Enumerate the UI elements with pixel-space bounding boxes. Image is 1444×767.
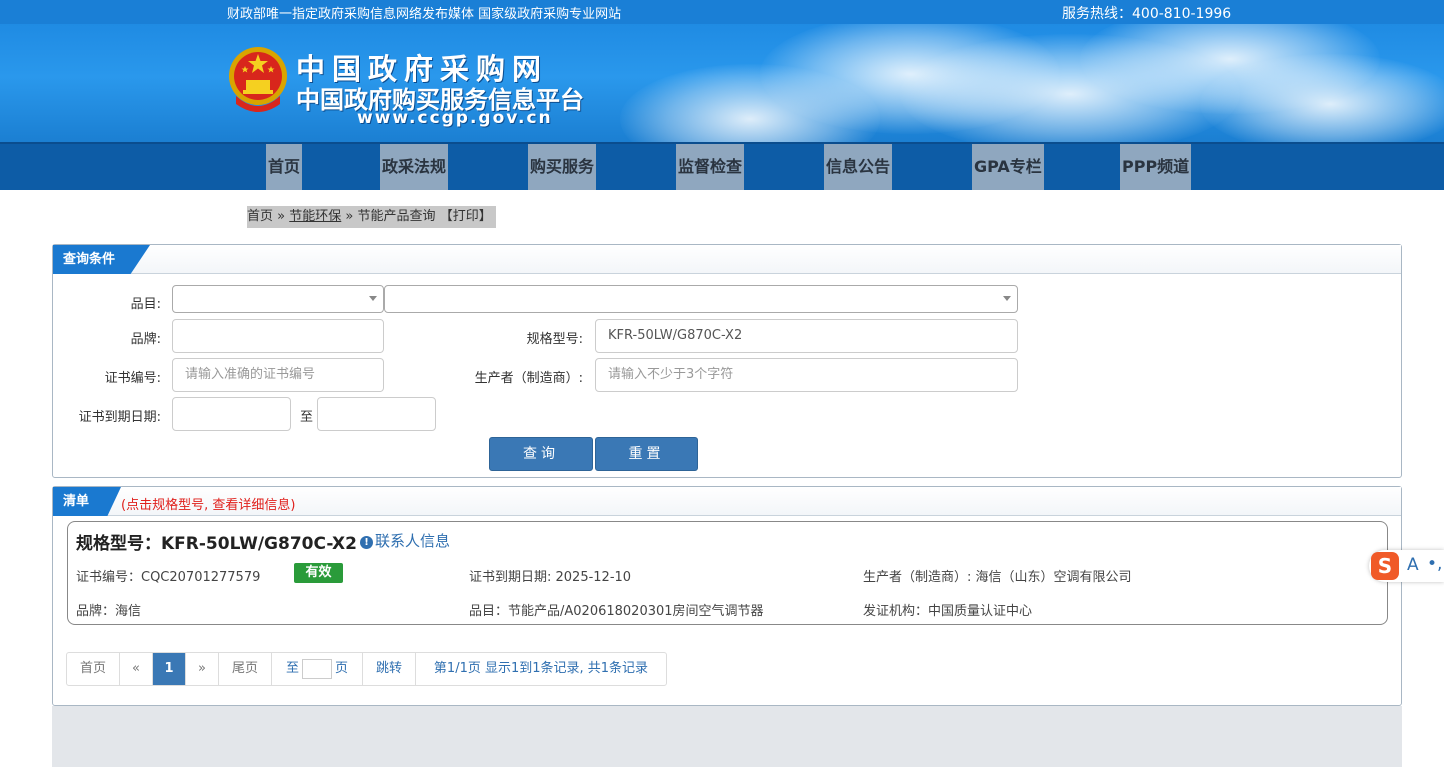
chevron-down-icon [369,296,377,301]
search-button[interactable]: 查询 [489,437,593,471]
reset-button[interactable]: 重置 [595,437,698,471]
ime-punctuation-indicator[interactable]: •, [1427,554,1442,574]
results-panel-tab: 清单 [53,487,121,516]
print-link[interactable]: 【打印】 [440,209,492,224]
result-card: 规格型号：KFR-50LW/G870C-X2 ! 联系人信息 证书编号：CQC20… [67,521,1388,625]
expiry-date-value: 证书到期日期: 2025-12-10 [469,570,632,585]
results-panel: 清单 (点击规格型号, 查看详细信息) 规格型号：KFR-50LW/G870C-… [52,486,1402,706]
breadcrumb-section[interactable]: 节能环保 [289,209,341,224]
model-input[interactable]: KFR-50LW/G870C-X2 [595,319,1018,353]
site-logo-url: www.ccgp.gov.cn [357,108,553,128]
site-slogan: 财政部唯一指定政府采购信息网络发布媒体 国家级政府采购专业网站 [227,7,622,22]
main-nav: 首页 政采法规 购买服务 监督检查 信息公告 GPA专栏 PPP频道 [0,142,1444,190]
query-panel-header: 查询条件 [53,245,1401,274]
contact-info-link[interactable]: ! 联系人信息 [360,530,450,551]
pager-prev[interactable]: « [120,653,153,685]
breadcrumb-home[interactable]: 首页 [247,209,273,224]
expiry-date-from-input[interactable] [172,397,291,431]
national-emblem-icon [229,47,287,112]
pager-goto: 至页 [272,653,363,685]
ime-toolbar[interactable]: S A •, [1369,550,1444,582]
nav-item-regulations[interactable]: 政采法规 [380,144,449,190]
cert-number-label: 证书编号: [104,371,161,386]
pager-goto-input[interactable] [302,658,332,679]
nav-item-announcements[interactable]: 信息公告 [824,144,893,190]
breadcrumb-separator: » [345,209,354,224]
brand-label: 品牌: [130,332,161,347]
issuer-value: 发证机构：中国质量认证中心 [863,604,1033,619]
query-panel-tab: 查询条件 [53,245,150,274]
nav-item-home[interactable]: 首页 [266,144,303,190]
breadcrumb-separator: » [277,209,286,224]
info-circle-icon: ! [360,536,373,549]
nav-item-purchase-services[interactable]: 购买服务 [528,144,597,190]
status-badge: 有效 [294,563,343,583]
expiry-date-to-input[interactable] [317,397,436,431]
pager-first[interactable]: 首页 [67,653,120,685]
ime-mode-indicator[interactable]: A [1407,555,1419,575]
cert-number-input[interactable]: 请输入准确的证书编号 [172,358,384,392]
service-hotline: 服务热线：400-810-1996 [1062,6,1232,22]
category-select-primary[interactable] [172,285,384,313]
date-range-to-label: 至 [299,410,313,425]
category-value: 品目：节能产品/A020618020301房间空气调节器 [469,604,764,619]
pager-page-1[interactable]: 1 [153,653,186,685]
site-banner: 中国政府采购网 中国政府购买服务信息平台 www.ccgp.gov.cn [0,24,1444,142]
chevron-down-icon [1003,296,1011,301]
results-panel-header: 清单 (点击规格型号, 查看详细信息) [53,487,1401,516]
model-label: 规格型号: [526,332,583,347]
manufacturer-value: 生产者（制造商）: 海信（山东）空调有限公司 [863,570,1132,585]
pagination: 首页 « 1 » 尾页 至页 跳转 第1/1页 显示1到1条记录, 共1条记录 [66,652,667,686]
breadcrumb: 首页 » 节能环保 » 节能产品查询 【打印】 [247,206,496,228]
cert-number-value: 证书编号：CQC20701277579 [76,570,261,585]
breadcrumb-current: 节能产品查询 [357,209,436,224]
page-footer-area [52,706,1402,767]
nav-item-ppp[interactable]: PPP频道 [1120,144,1192,190]
result-model-link[interactable]: 规格型号：KFR-50LW/G870C-X2 [76,529,357,554]
ime-logo-icon: S [1371,552,1399,580]
pager-goto-suffix: 页 [335,661,349,676]
nav-item-gpa[interactable]: GPA专栏 [972,144,1044,190]
category-label: 品目: [130,297,161,312]
top-info-bar: 财政部唯一指定政府采购信息网络发布媒体 国家级政府采购专业网站 服务热线：400… [0,0,1444,24]
pager-jump-button[interactable]: 跳转 [363,653,416,685]
pager-summary: 第1/1页 显示1到1条记录, 共1条记录 [433,661,649,676]
manufacturer-label: 生产者（制造商）: [474,371,583,386]
brand-input[interactable] [172,319,384,353]
nav-item-supervision[interactable]: 监督检查 [676,144,745,190]
pager-goto-prefix: 至 [285,661,299,676]
query-panel: 查询条件 品目: 品牌: 规格型号: KFR-50LW/G870C-X2 证书编… [52,244,1402,478]
manufacturer-input[interactable]: 请输入不少于3个字符 [595,358,1018,392]
pager-next[interactable]: » [186,653,219,685]
brand-value: 品牌：海信 [76,604,142,619]
pager-last[interactable]: 尾页 [219,653,272,685]
category-select-secondary[interactable] [384,285,1018,313]
results-hint: (点击规格型号, 查看详细信息) [121,498,296,513]
expiry-date-label: 证书到期日期: [78,410,161,425]
